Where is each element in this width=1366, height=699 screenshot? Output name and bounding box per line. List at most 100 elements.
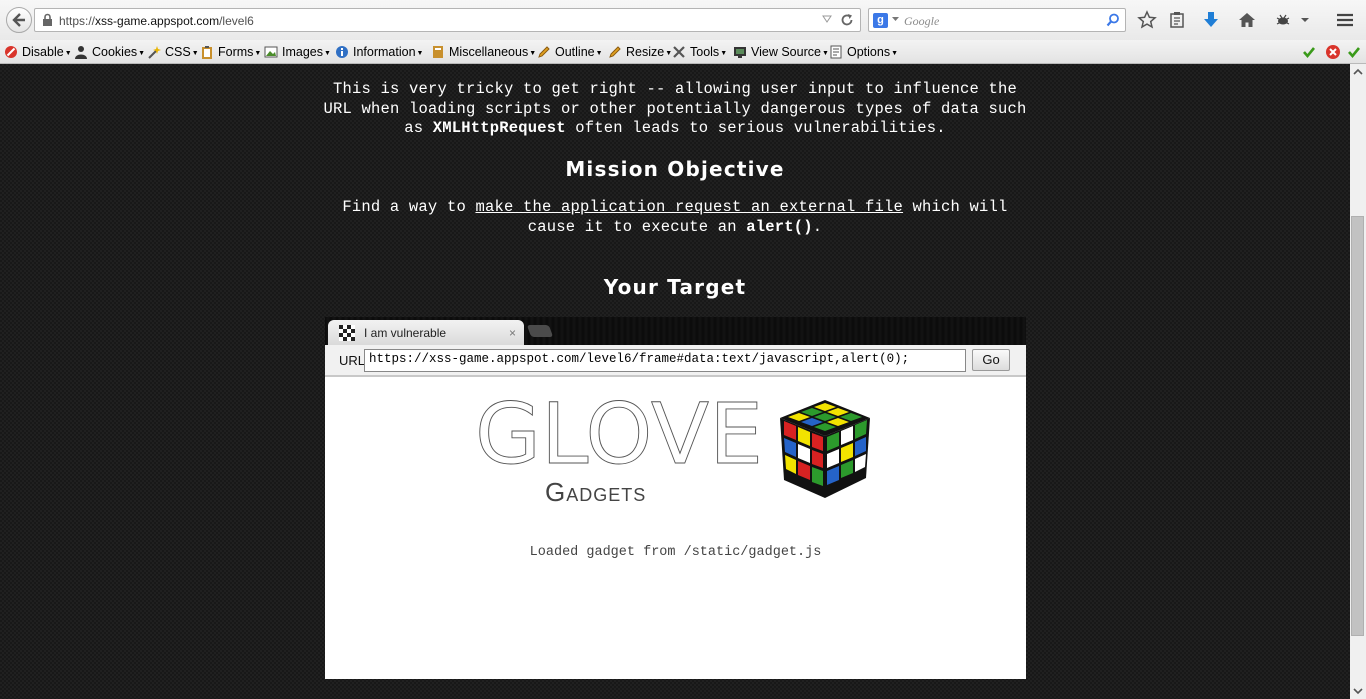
chevron-down-icon: ▼: [324, 49, 331, 57]
objective-text: cause it to execute an: [527, 217, 747, 236]
lock-icon: [43, 13, 52, 26]
bookmark-star-icon[interactable]: [1137, 10, 1157, 30]
new-tab-button[interactable]: [526, 325, 554, 337]
frame-url-label: URL: [339, 353, 366, 368]
rubiks-cube-icon: [780, 400, 870, 498]
monitor-icon: [734, 47, 746, 58]
wand-icon: [148, 46, 161, 59]
dev-menu-resize[interactable]: Resize ▼: [608, 44, 672, 60]
dev-menu-css[interactable]: CSS ▼: [147, 44, 199, 60]
code-alert: alert(): [746, 217, 813, 236]
target-frame: I am vulnerable × URL https://xss-game.a…: [325, 317, 1026, 679]
close-icon[interactable]: ×: [509, 326, 516, 340]
menu-hamburger-icon[interactable]: [1335, 10, 1355, 30]
options-icon: [830, 45, 842, 59]
validation-ok-icon[interactable]: [1302, 45, 1316, 59]
web-developer-toolbar: Disable ▼ Cookies ▼ CSS ▼ Forms ▼ Images ▼ In…: [0, 40, 1366, 64]
intro-line: as XMLHttpRequest often leads to serious…: [300, 119, 1050, 139]
dev-menu-label: Disable: [22, 45, 64, 59]
error-icon[interactable]: [1325, 44, 1341, 60]
dev-menu-label: Cookies: [92, 45, 138, 59]
search-placeholder: Google: [904, 14, 940, 28]
search-bar[interactable]: g Google: [868, 8, 1126, 32]
dev-menu-forms[interactable]: Forms ▼: [200, 44, 261, 60]
dev-menu-outline[interactable]: Outline ▼: [537, 44, 603, 60]
dev-menu-label: Outline: [555, 45, 595, 59]
intro-paragraph: This is very tricky to get right -- allo…: [300, 80, 1050, 139]
intro-line: URL when loading scripts or other potent…: [323, 99, 1027, 118]
objective-paragraph: Find a way to make the application reque…: [300, 198, 1050, 237]
your-target-heading: Your Target: [603, 275, 747, 299]
dev-menu-label: Resize: [626, 45, 665, 59]
dev-menu-label: View Source: [751, 45, 821, 59]
history-dropdown-icon[interactable]: [822, 14, 832, 24]
pencil-icon: [538, 46, 550, 58]
home-icon[interactable]: [1237, 10, 1257, 30]
go-button[interactable]: Go: [972, 349, 1010, 371]
firebug-icon[interactable]: [1273, 10, 1293, 30]
cookie-icon: [75, 46, 87, 59]
frame-tab-title: I am vulnerable: [364, 326, 447, 340]
intro-text: as: [404, 119, 433, 138]
scroll-down-arrow-icon[interactable]: [1350, 683, 1366, 699]
glove-gadgets-logo: GLOVE Gadgets: [475, 400, 870, 505]
code-xmlhttprequest: XMLHttpRequest: [432, 119, 566, 138]
frame-tabstrip: I am vulnerable ×: [325, 317, 1026, 345]
frame-url-input[interactable]: https://xss-game.appspot.com/level6/fram…: [364, 349, 966, 372]
chevron-down-icon: ▼: [138, 49, 146, 57]
url-path: /level6: [219, 14, 254, 28]
chevron-down-icon: ▼: [64, 49, 72, 57]
back-button[interactable]: [6, 7, 32, 33]
frame-url-row: URL https://xss-game.appspot.com/level6/…: [325, 345, 1026, 377]
book-icon: [433, 46, 443, 58]
validation-ok-icon[interactable]: [1347, 45, 1361, 59]
browser-navbar: https://xss-game.appspot.com/level6 g Go…: [0, 0, 1366, 40]
intro-text: often leads to serious vulnerabilities.: [565, 119, 946, 138]
chevron-down-icon: ▼: [891, 49, 899, 57]
dev-menu-disable[interactable]: Disable ▼: [4, 44, 72, 60]
chevron-down-icon[interactable]: [1299, 10, 1311, 30]
logo-word: GLOVE: [475, 400, 763, 483]
google-engine-icon[interactable]: g: [873, 13, 888, 28]
back-arrow-icon: [12, 13, 25, 27]
dev-menu-tools[interactable]: Tools ▼: [672, 44, 727, 60]
info-icon: [336, 46, 348, 58]
frame-tab[interactable]: I am vulnerable ×: [328, 320, 524, 345]
downloads-icon[interactable]: [1201, 10, 1221, 30]
dev-menu-label: CSS: [165, 45, 191, 59]
address-bar[interactable]: https://xss-game.appspot.com/level6: [34, 8, 861, 32]
dev-menu-cookies[interactable]: Cookies ▼: [74, 44, 145, 60]
reload-icon[interactable]: [840, 13, 854, 27]
chevron-down-icon: ▼: [821, 49, 829, 57]
scroll-up-arrow-icon[interactable]: [1350, 64, 1366, 80]
address-text[interactable]: https://xss-game.appspot.com/level6: [59, 14, 254, 28]
dev-menu-view-source[interactable]: View Source ▼: [733, 44, 829, 60]
chevron-down-icon: ▼: [595, 49, 603, 57]
url-host: xss-game.appspot.com: [95, 14, 220, 28]
mission-objective-heading: Mission Objective: [565, 157, 785, 181]
dev-menu-options[interactable]: Options ▼: [829, 44, 898, 60]
page-content: This is very tricky to get right -- allo…: [0, 64, 1350, 699]
objective-hint-link[interactable]: make the application request an external…: [475, 198, 903, 216]
chevron-down-icon[interactable]: [892, 17, 899, 22]
dev-menu-label: Forms: [218, 45, 254, 59]
objective-line: Find a way to make the application reque…: [300, 198, 1050, 218]
dev-menu-label: Tools: [690, 45, 720, 59]
page-scrollbar[interactable]: [1350, 64, 1366, 699]
loaded-gadget-message: Loaded gadget from /static/gadget.js: [529, 545, 822, 560]
scrollbar-thumb[interactable]: [1351, 216, 1364, 636]
chevron-down-icon: ▼: [720, 49, 728, 57]
dev-menu-images[interactable]: Images ▼: [264, 44, 331, 60]
objective-text: .: [812, 217, 823, 236]
dev-menu-information[interactable]: Information ▼: [335, 44, 423, 60]
url-scheme: https://: [59, 14, 96, 28]
objective-line: cause it to execute an alert().: [300, 218, 1050, 238]
pencil-icon: [609, 46, 621, 58]
objective-text: which will: [903, 198, 1008, 216]
chevron-down-icon: ▼: [416, 49, 424, 57]
search-icon[interactable]: [1106, 13, 1120, 27]
tools-icon: [673, 46, 685, 58]
dev-menu-miscellaneous[interactable]: Miscellaneous ▼: [431, 44, 536, 60]
reading-list-icon[interactable]: [1167, 10, 1187, 30]
dev-menu-label: Options: [847, 45, 891, 59]
